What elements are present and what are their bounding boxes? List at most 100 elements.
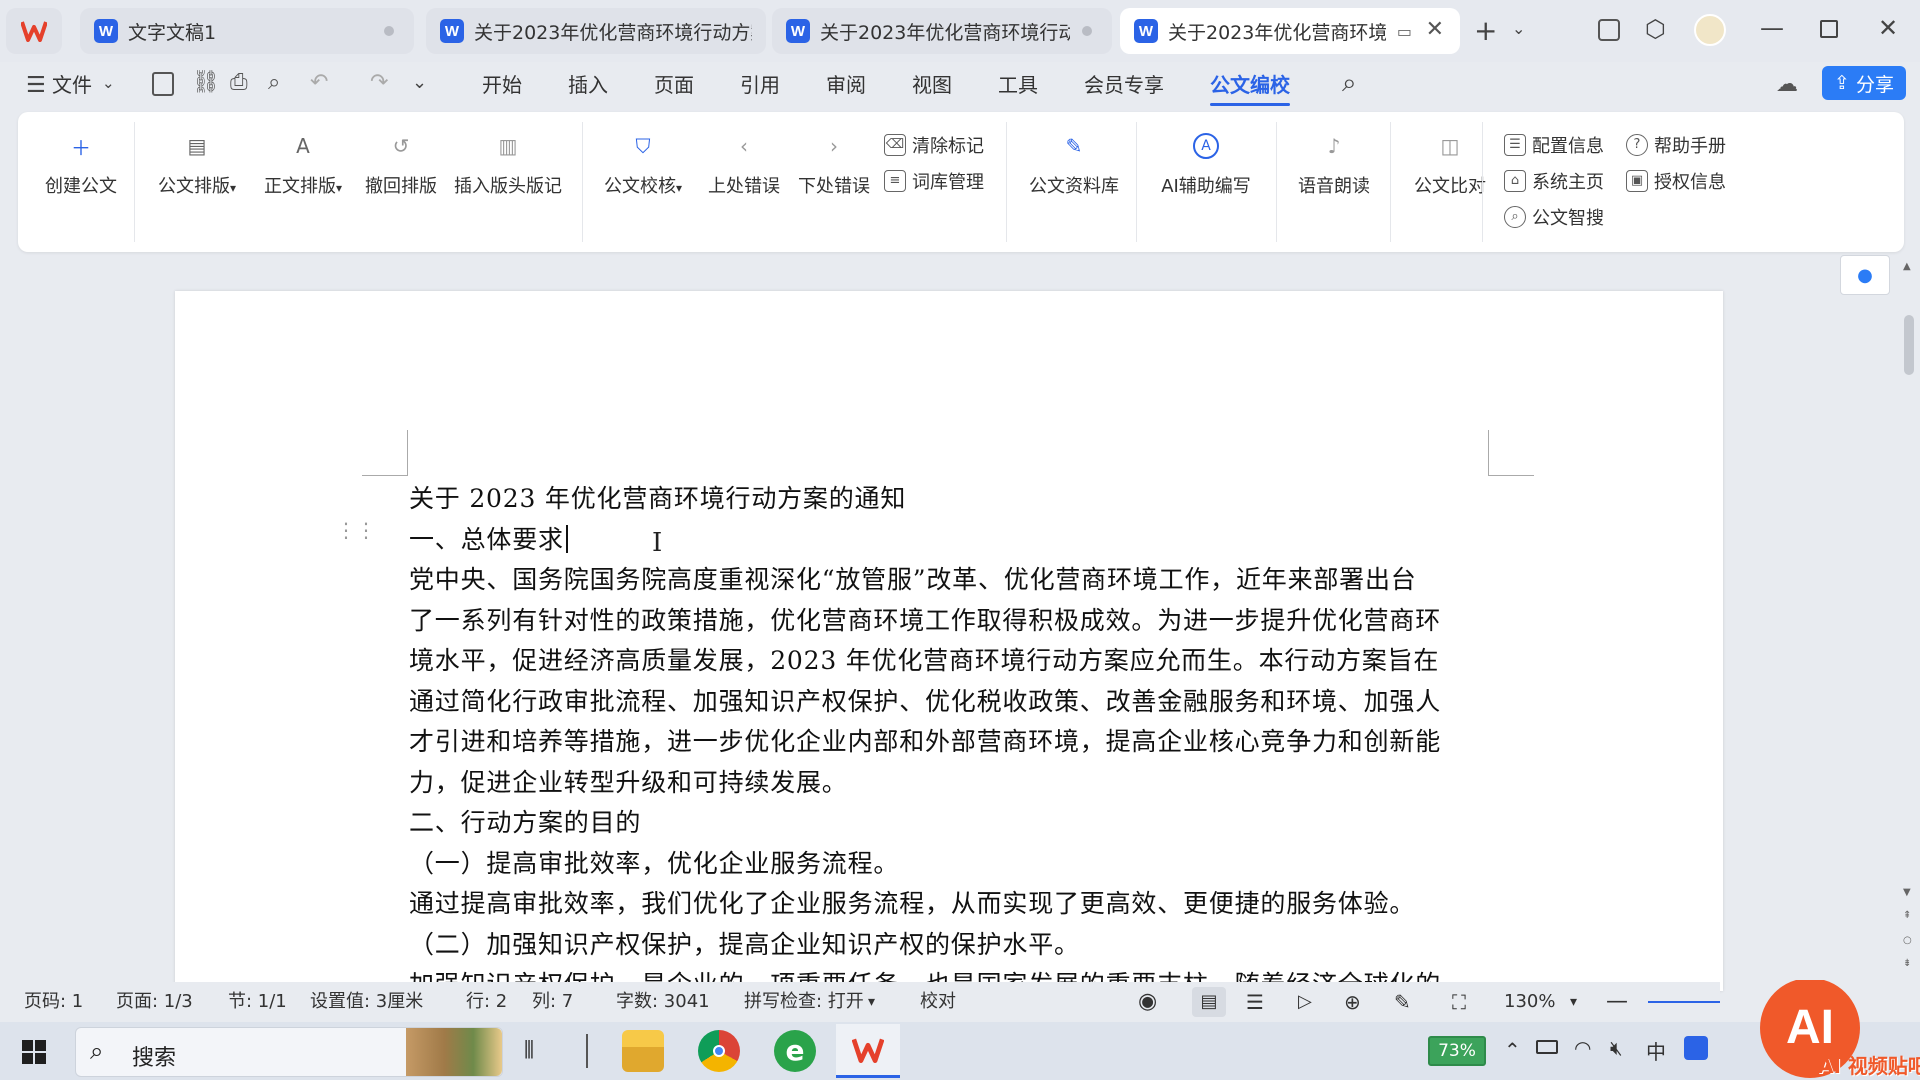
home-button[interactable]: ⌂ 系统主页 bbox=[1504, 168, 1604, 194]
chevron-down-icon[interactable]: ⌄ bbox=[102, 74, 115, 92]
file-explorer-icon[interactable] bbox=[622, 1030, 664, 1072]
next-error-button[interactable]: › 下处错误 bbox=[794, 130, 874, 198]
undo-icon[interactable]: ↶ bbox=[310, 70, 328, 95]
hamburger-icon[interactable]: ☰ bbox=[26, 73, 46, 98]
chevron-down-icon[interactable]: ▾ bbox=[1570, 982, 1577, 1022]
new-tab-icon[interactable]: + bbox=[1474, 17, 1497, 45]
location-pin-button[interactable]: ● bbox=[1840, 255, 1890, 295]
play-icon[interactable]: ▷ bbox=[1298, 982, 1312, 1022]
search-icon[interactable]: ⌕ bbox=[1342, 68, 1357, 99]
dict-manage-button[interactable]: ≡ 词库管理 bbox=[884, 168, 984, 194]
menu-file[interactable]: 文件 bbox=[52, 62, 92, 108]
status-setting[interactable]: 设置值: 3厘米 bbox=[310, 982, 423, 1022]
status-page[interactable]: 页面: 1/3 bbox=[116, 982, 193, 1022]
vertical-scrollbar[interactable]: ▲ ▼ ⇞ ○ ⇟ bbox=[1898, 255, 1920, 985]
doc-library-button[interactable]: ✎ 公文资料库 bbox=[1022, 130, 1126, 198]
document-body[interactable]: 关于 2023 年优化营商环境行动方案的通知 一、总体要求 党中央、国务院国务院… bbox=[409, 479, 1489, 1006]
scroll-down-icon[interactable]: ▼ bbox=[1903, 887, 1911, 898]
menu-tools[interactable]: 工具 bbox=[998, 62, 1038, 108]
config-button[interactable]: ☰ 配置信息 bbox=[1504, 132, 1604, 158]
doc-check-button[interactable]: ⛉ 公文校核▾ bbox=[598, 130, 688, 198]
select-browse-icon[interactable]: ○ bbox=[1903, 935, 1912, 946]
close-window-icon[interactable]: ✕ bbox=[1878, 16, 1898, 40]
tab-doc-1[interactable]: W 文字文稿1 bbox=[80, 8, 414, 54]
scroll-up-icon[interactable]: ▲ bbox=[1903, 261, 1911, 272]
share-button[interactable]: ⇪ 分享 bbox=[1822, 66, 1906, 100]
zoom-slider[interactable] bbox=[1648, 1001, 1720, 1003]
status-section[interactable]: 节: 1/1 bbox=[228, 982, 287, 1022]
close-tab-icon[interactable]: ✕ bbox=[1426, 17, 1444, 42]
more-chevron-icon[interactable]: ⌄ bbox=[412, 72, 427, 93]
ime-icon[interactable]: 中 bbox=[1646, 1036, 1666, 1065]
cube-icon[interactable]: ⬡ bbox=[1645, 17, 1666, 41]
ai-write-button[interactable]: A AI辅助编写 bbox=[1150, 130, 1262, 198]
eye-icon[interactable]: ◉ bbox=[1138, 982, 1157, 1022]
read-aloud-button[interactable]: ♪ 语音朗读 bbox=[1284, 130, 1384, 198]
restore-icon[interactable] bbox=[1820, 20, 1838, 38]
scrollbar-thumb[interactable] bbox=[1904, 315, 1914, 375]
menu-official-doc[interactable]: 公文编校 bbox=[1210, 62, 1290, 108]
next-page-icon[interactable]: ⇟ bbox=[1903, 958, 1911, 969]
link-icon[interactable]: ⛓ bbox=[192, 70, 220, 95]
prev-page-icon[interactable]: ⇞ bbox=[1903, 910, 1911, 921]
windows-start-icon[interactable] bbox=[22, 1040, 46, 1064]
zoom-value[interactable]: 130% bbox=[1504, 982, 1555, 1022]
drag-handle-icon[interactable]: ⋮⋮ bbox=[336, 520, 376, 540]
avatar[interactable] bbox=[1694, 14, 1726, 46]
license-button[interactable]: ▣ 授权信息 bbox=[1626, 168, 1726, 194]
task-view-icon[interactable]: ⫴ bbox=[524, 1036, 534, 1064]
doc-layout-button[interactable]: ▤ 公文排版▾ bbox=[152, 130, 242, 198]
wps-taskbar-button[interactable] bbox=[836, 1024, 900, 1078]
print-preview-icon[interactable]: ⌕ bbox=[268, 70, 280, 95]
sidebar-toggle-icon[interactable] bbox=[1598, 19, 1620, 41]
chevron-down-icon[interactable]: ⌄ bbox=[1512, 21, 1525, 37]
smart-search-button[interactable]: ⌕ 公文智搜 bbox=[1504, 204, 1604, 230]
save-icon[interactable] bbox=[152, 72, 174, 96]
outline-icon[interactable]: ☰ bbox=[1246, 982, 1264, 1022]
status-col[interactable]: 列: 7 bbox=[532, 982, 573, 1022]
body-layout-button[interactable]: A 正文排版▾ bbox=[258, 130, 348, 198]
page-view-icon[interactable]: ▤ bbox=[1192, 987, 1226, 1017]
status-page-code[interactable]: 页码: 1 bbox=[24, 982, 83, 1022]
menu-insert[interactable]: 插入 bbox=[568, 62, 608, 108]
menu-view[interactable]: 视图 bbox=[912, 62, 952, 108]
window-icon[interactable]: ▭ bbox=[1397, 22, 1412, 41]
web-view-icon[interactable]: ⊕ bbox=[1344, 982, 1361, 1022]
insert-header-button[interactable]: ▥ 插入版头版记 bbox=[452, 130, 564, 198]
status-proof[interactable]: 校对 bbox=[920, 982, 956, 1022]
minimize-icon[interactable]: — bbox=[1760, 16, 1784, 40]
status-spell[interactable]: 拼写检查: 打开 bbox=[744, 982, 864, 1022]
status-row[interactable]: 行: 2 bbox=[466, 982, 507, 1022]
tray-app-icon[interactable] bbox=[1684, 1036, 1708, 1060]
menu-reference[interactable]: 引用 bbox=[740, 62, 780, 108]
clear-marks-button[interactable]: ⌫ 清除标记 bbox=[884, 132, 984, 158]
battery-indicator[interactable]: 73% bbox=[1428, 1036, 1486, 1066]
taskbar-search[interactable]: ⌕ 搜索 bbox=[75, 1027, 503, 1077]
redo-icon[interactable]: ↷ bbox=[370, 70, 388, 95]
compare-button[interactable]: ◫ 公文比对 bbox=[1400, 130, 1500, 198]
fit-page-icon[interactable]: ⛶ bbox=[1452, 982, 1466, 1022]
undo-layout-button[interactable]: ↺ 撤回排版 bbox=[362, 130, 440, 198]
menu-review[interactable]: 审阅 bbox=[826, 62, 866, 108]
chevron-down-icon[interactable]: ▾ bbox=[868, 982, 875, 1022]
tray-battery-icon[interactable] bbox=[1536, 1040, 1558, 1054]
help-button[interactable]: ? 帮助手册 bbox=[1626, 132, 1726, 158]
volume-muted-icon[interactable]: 🔇︎ bbox=[1610, 1036, 1623, 1060]
status-words[interactable]: 字数: 3041 bbox=[616, 982, 710, 1022]
prev-error-button[interactable]: ‹ 上处错误 bbox=[704, 130, 784, 198]
wps-logo-icon[interactable] bbox=[6, 8, 62, 54]
tab-doc-4-active[interactable]: W 关于2023年优化营商环境行 ▭ ✕ bbox=[1120, 8, 1460, 54]
menu-page[interactable]: 页面 bbox=[654, 62, 694, 108]
tray-chevron-up-icon[interactable]: ⌃ bbox=[1504, 1038, 1521, 1062]
tab-doc-3[interactable]: W 关于2023年优化营商环境行动方 bbox=[772, 8, 1112, 54]
pen-icon[interactable]: ✎ bbox=[1394, 982, 1411, 1022]
create-doc-button[interactable]: ＋ 创建公文 bbox=[42, 130, 120, 198]
cloud-icon[interactable]: ☁ bbox=[1776, 72, 1798, 97]
menu-start[interactable]: 开始 bbox=[482, 62, 522, 108]
print-icon[interactable]: ⎙ bbox=[230, 70, 248, 95]
zoom-out-icon[interactable]: — bbox=[1606, 982, 1628, 1022]
wifi-icon[interactable]: ◠ bbox=[1574, 1036, 1591, 1060]
ie-browser-icon[interactable]: e bbox=[774, 1030, 816, 1072]
menu-member[interactable]: 会员专享 bbox=[1084, 62, 1164, 108]
tab-doc-2[interactable]: W 关于2023年优化营商环境行动方案 bbox=[426, 8, 766, 54]
